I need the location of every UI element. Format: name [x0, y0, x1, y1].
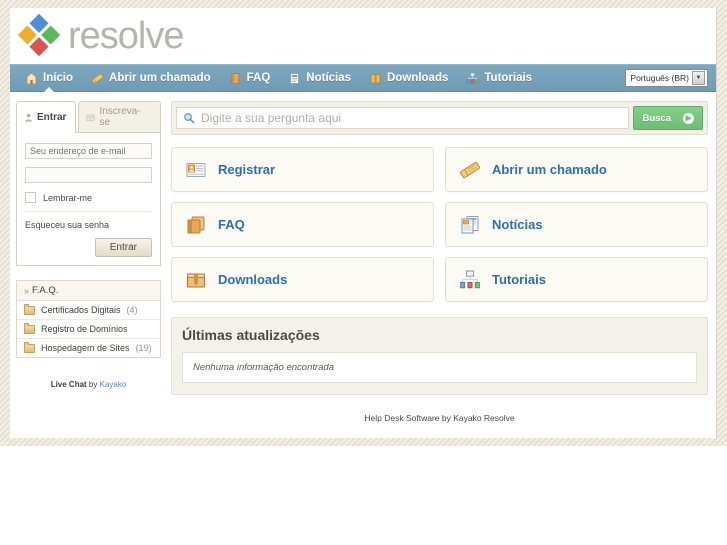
site-logo-text: resolve: [68, 15, 184, 57]
login-submit-button[interactable]: Entrar: [94, 238, 152, 257]
vcard-icon: [185, 159, 207, 181]
tab-label: Entrar: [37, 111, 67, 123]
nav-item-noticias[interactable]: Notícias: [279, 64, 360, 92]
nav-label: Início: [43, 72, 74, 84]
tile-noticias[interactable]: Notícias: [445, 202, 708, 247]
newspaper-icon: [459, 214, 481, 236]
search-button[interactable]: Busca ▶: [633, 106, 703, 130]
forgot-password-link[interactable]: Esqueceu sua senha: [25, 220, 152, 230]
latest-updates-empty-message: Nenhuma informação encontrada: [182, 352, 697, 383]
chevron-down-icon[interactable]: ▼: [692, 71, 705, 85]
site-logo[interactable]: resolve: [16, 12, 184, 58]
folder-icon: [24, 303, 35, 315]
go-arrow-icon: ▶: [683, 112, 694, 124]
envelope-icon: [86, 113, 96, 122]
language-select[interactable]: Português (BR) ▼: [625, 69, 708, 87]
box-icon: [369, 72, 382, 85]
nav-item-inicio[interactable]: Início: [16, 64, 82, 92]
latest-updates-panel: Últimas atualizações Nenhuma informação …: [171, 317, 708, 395]
main-column: Digite a sua pergunta aqui Busca ▶ Regis…: [171, 101, 708, 423]
remember-me-checkbox[interactable]: [25, 192, 36, 203]
faq-category-count: (19): [135, 343, 152, 353]
tile-abrir-um-chamado[interactable]: Abrir um chamado: [445, 147, 708, 192]
search-bar: Digite a sua pergunta aqui Busca ▶: [171, 101, 708, 135]
tile-registrar[interactable]: Registrar: [171, 147, 434, 192]
ticket-icon: [91, 72, 104, 85]
nav-label: FAQ: [246, 72, 271, 84]
left-sidebar: Entrar Inscreva-se Seu endereço de e-mai…: [16, 101, 161, 423]
page-striped-frame: resolve Início Abrir um chamado FAQ Notí…: [0, 0, 727, 446]
tile-faq[interactable]: FAQ: [171, 202, 434, 247]
search-button-label: Busca: [642, 112, 671, 124]
live-chat-vendor-link[interactable]: Kayako: [100, 380, 127, 389]
search-input[interactable]: Digite a sua pergunta aqui: [176, 107, 630, 129]
books-icon: [185, 214, 207, 236]
password-field[interactable]: [25, 167, 152, 183]
nav-label: Notícias: [306, 72, 352, 84]
tile-label: Notícias: [492, 217, 543, 232]
language-selected-value: Português (BR): [630, 73, 689, 83]
tile-label: Tutoriais: [492, 272, 546, 287]
page-body: Entrar Inscreva-se Seu endereço de e-mai…: [10, 92, 716, 423]
book-icon: [229, 72, 242, 85]
package-icon: [185, 269, 207, 291]
quick-action-tiles: Registrar Abrir um chamado FAQ Notícias …: [171, 147, 708, 302]
ticket-icon: [459, 159, 481, 181]
tile-downloads[interactable]: Downloads: [171, 257, 434, 302]
sitemap-icon: [459, 269, 481, 291]
folder-icon: [24, 322, 35, 334]
live-chat-by: by: [86, 380, 100, 389]
nav-item-faq[interactable]: FAQ: [220, 64, 280, 92]
site-header: resolve: [10, 8, 716, 64]
tile-label: Registrar: [218, 162, 276, 177]
double-chevron-right-icon: »: [24, 285, 29, 296]
nav-item-abrir-um-chamado[interactable]: Abrir um chamado: [82, 64, 220, 92]
newspaper-icon: [288, 72, 301, 85]
tile-label: Downloads: [218, 272, 288, 287]
faq-panel-title: F.A.Q.: [32, 285, 59, 296]
tab-inscreva-se[interactable]: Inscreva-se: [78, 101, 161, 132]
tile-tutoriais[interactable]: Tutoriais: [445, 257, 708, 302]
faq-category-item[interactable]: Certificados Digitais (4): [17, 301, 160, 320]
login-button-row: Entrar: [25, 238, 152, 257]
folder-icon: [24, 341, 35, 353]
page-content-area: resolve Início Abrir um chamado FAQ Notí…: [10, 8, 717, 438]
latest-updates-title: Últimas atualizações: [182, 327, 320, 343]
tab-entrar[interactable]: Entrar: [16, 101, 77, 133]
tile-label: Abrir um chamado: [492, 162, 607, 177]
faq-category-item[interactable]: Registro de Domínios: [17, 320, 160, 339]
site-footer: Help Desk Software by Kayako Resolve: [364, 413, 515, 423]
nav-label: Abrir um chamado: [109, 72, 211, 84]
main-navigation: Início Abrir um chamado FAQ Notícias Dow…: [10, 64, 716, 92]
remember-me-row[interactable]: Lembrar-me: [25, 192, 152, 203]
user-icon: [24, 113, 33, 122]
nav-item-downloads[interactable]: Downloads: [360, 64, 457, 92]
search-placeholder-text: Digite a sua pergunta aqui: [201, 111, 342, 125]
search-icon: [183, 112, 195, 124]
nav-item-tutoriais[interactable]: Tutoriais: [457, 64, 541, 92]
faq-category-item[interactable]: Hospedagem de Sites (19): [17, 339, 160, 357]
remember-me-label: Lembrar-me: [43, 192, 93, 203]
login-divider: [25, 211, 152, 212]
live-chat-badge[interactable]: Live Chat by Kayako: [16, 380, 161, 389]
faq-category-label: Registro de Domínios: [41, 324, 128, 334]
faq-panel-header: » F.A.Q.: [17, 281, 160, 301]
faq-category-label: Certificados Digitais: [41, 305, 121, 315]
sitemap-icon: [466, 72, 479, 85]
home-icon: [25, 71, 38, 85]
nav-label: Downloads: [387, 72, 449, 84]
nav-label: Tutoriais: [484, 72, 533, 84]
kayako-diamond-logo-icon: [16, 12, 62, 58]
tab-label: Inscreva-se: [99, 106, 141, 128]
faq-categories-panel: » F.A.Q. Certificados Digitais (4) Regis…: [16, 280, 161, 358]
login-panel: Lembrar-me Esqueceu sua senha Entrar: [16, 132, 161, 266]
live-chat-label: Live Chat: [50, 380, 87, 389]
faq-category-label: Hospedagem de Sites: [41, 343, 130, 353]
email-field[interactable]: [25, 143, 152, 159]
tile-label: FAQ: [218, 217, 245, 232]
faq-category-count: (4): [126, 305, 138, 315]
auth-tabs: Entrar Inscreva-se: [16, 101, 161, 133]
